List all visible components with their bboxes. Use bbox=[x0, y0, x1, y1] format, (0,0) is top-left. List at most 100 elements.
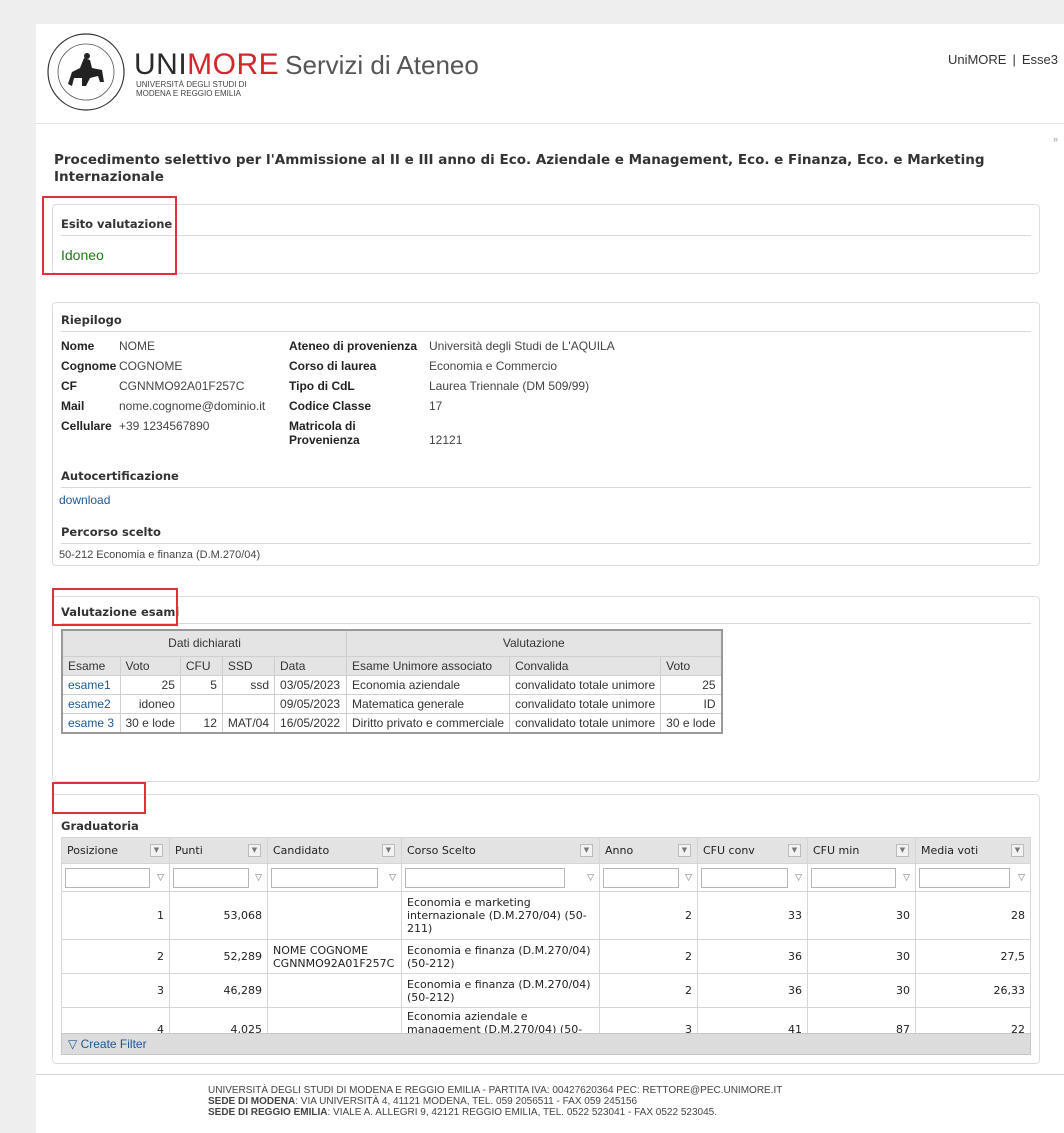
filter-cell: ▽ bbox=[915, 863, 1031, 892]
col-punti[interactable]: Punti ▼ bbox=[169, 837, 268, 864]
filter-input[interactable] bbox=[701, 867, 788, 888]
col-corso-scelto[interactable]: Corso Scelto ▼ bbox=[401, 837, 600, 864]
filter-funnel-icon[interactable]: ▽ bbox=[157, 873, 164, 883]
dropdown-arrow-icon[interactable]: ▼ bbox=[678, 844, 691, 857]
graduatoria-panel: Graduatoria Posizione ▼ Punti ▼ Candidato ▼… bbox=[52, 794, 1040, 1064]
percorso-heading: Percorso scelto bbox=[61, 525, 161, 539]
filter-funnel-icon[interactable]: ▽ bbox=[795, 873, 802, 883]
filter-row: ▽ ▽ ▽ ▽ ▽ ▽ ▽ ▽ bbox=[61, 863, 1031, 892]
filter-input[interactable] bbox=[603, 867, 680, 888]
col-candidato-label: Candidato bbox=[273, 844, 330, 857]
col-cfu: CFU bbox=[179, 655, 223, 676]
label-matricola: Matricola di Provenienza bbox=[289, 419, 360, 447]
riepilogo-heading: Riepilogo bbox=[61, 313, 122, 327]
exam-cfu bbox=[179, 693, 223, 714]
col-media-voti[interactable]: Media voti ▼ bbox=[915, 837, 1031, 864]
exam-link-label[interactable]: esame2 bbox=[68, 697, 111, 711]
footer-sede-modena-address: : VIA UNIVERSITÀ 4, 41121 MODENA, TEL. 0… bbox=[295, 1096, 638, 1107]
cell-candidato bbox=[267, 891, 402, 940]
cell-cfu-min: 30 bbox=[807, 973, 916, 1008]
filter-funnel-icon[interactable]: ▽ bbox=[255, 873, 262, 883]
exam-link[interactable]: esame1 bbox=[61, 674, 121, 695]
unimore-link[interactable]: UniMORE bbox=[948, 52, 1007, 67]
download-link[interactable]: download bbox=[59, 493, 110, 507]
filter-cell: ▽ bbox=[267, 863, 402, 892]
value-nome: NOME bbox=[119, 339, 155, 353]
filter-funnel-icon[interactable]: ▽ bbox=[587, 873, 594, 883]
exam-ssd: ssd bbox=[221, 674, 276, 695]
col-cfu-min[interactable]: CFU min ▼ bbox=[807, 837, 916, 864]
percorso-value: 50-212 Economia e finanza (D.M.270/04) bbox=[59, 549, 261, 561]
label-nome: Nome bbox=[61, 339, 95, 353]
value-cellulare: +39 1234567890 bbox=[119, 419, 210, 433]
col-esame-unimore: Esame Unimore associato bbox=[346, 655, 511, 676]
cell-media: 27,5 bbox=[915, 939, 1031, 974]
exam-link-label[interactable]: esame1 bbox=[68, 678, 111, 692]
filter-input[interactable] bbox=[919, 867, 1010, 888]
filter-funnel-icon[interactable]: ▽ bbox=[68, 1037, 77, 1051]
value-corso: Economia e Commercio bbox=[429, 359, 558, 373]
footer-sede-modena: SEDE DI MODENA bbox=[208, 1096, 296, 1107]
value-tipo: Laurea Triennale (DM 509/99) bbox=[429, 379, 590, 393]
label-cellulare: Cellulare bbox=[61, 419, 112, 433]
filter-input[interactable] bbox=[811, 867, 896, 888]
exams-table: Dati dichiarati Valutazione Esame Voto C… bbox=[61, 629, 723, 734]
filter-input[interactable] bbox=[65, 867, 150, 888]
filter-input[interactable] bbox=[271, 867, 378, 888]
value-mail: nome.cognome@dominio.it bbox=[119, 399, 266, 413]
exam-link[interactable]: esame2 bbox=[61, 693, 121, 714]
exam-data: 16/05/2022 bbox=[274, 712, 348, 733]
exam-ssd bbox=[221, 693, 276, 714]
esse3-link[interactable]: Esse3 bbox=[1022, 52, 1058, 67]
label-cf: CF bbox=[61, 379, 77, 393]
col-media-label: Media voti bbox=[921, 844, 979, 857]
exam-convalida: convalidato totale unimore bbox=[509, 712, 662, 733]
filter-funnel-icon[interactable]: ▽ bbox=[1018, 873, 1025, 883]
filter-funnel-icon[interactable]: ▽ bbox=[685, 873, 692, 883]
filter-input[interactable] bbox=[173, 867, 250, 888]
dropdown-arrow-icon[interactable]: ▼ bbox=[382, 844, 395, 857]
collapse-icon[interactable]: » bbox=[1053, 134, 1058, 144]
kv-tipo: Tipo di CdL Laurea Triennale (DM 509/99) bbox=[289, 379, 589, 393]
footer-line1: UNIVERSITÀ DEGLI STUDI DI MODENA E REGGI… bbox=[208, 1085, 783, 1096]
auto-heading: Autocertificazione bbox=[61, 469, 179, 483]
dropdown-arrow-icon[interactable]: ▼ bbox=[580, 844, 593, 857]
dropdown-arrow-icon[interactable]: ▼ bbox=[896, 844, 909, 857]
exam-unimore: Economia aziendale bbox=[346, 674, 511, 695]
exam-voto: 30 e lode bbox=[119, 712, 181, 733]
cell-candidato bbox=[267, 973, 402, 1008]
cell-candidato: NOME COGNOME CGNNMO92A01F257C bbox=[267, 939, 402, 974]
exam-link[interactable]: esame 3 bbox=[61, 712, 121, 733]
col-corso-label: Corso Scelto bbox=[407, 844, 476, 857]
valutazione-heading-row: Valutazione esami bbox=[61, 605, 1031, 624]
col-cfu-conv[interactable]: CFU conv ▼ bbox=[697, 837, 808, 864]
filter-cell: ▽ bbox=[807, 863, 916, 892]
valutazione-panel: Valutazione esami Dati dichiarati Valuta… bbox=[52, 596, 1040, 782]
footer-text: UNIVERSITÀ DEGLI STUDI DI MODENA E REGGI… bbox=[208, 1085, 782, 1118]
filter-funnel-icon[interactable]: ▽ bbox=[389, 873, 396, 883]
dropdown-arrow-icon[interactable]: ▼ bbox=[150, 844, 163, 857]
esito-panel: Esito valutazione Idoneo bbox=[52, 204, 1040, 274]
create-filter-link[interactable]: Create Filter bbox=[81, 1037, 147, 1051]
dropdown-arrow-icon[interactable]: ▼ bbox=[1011, 844, 1024, 857]
exam-voto-val: ID bbox=[660, 693, 723, 714]
exam-link-label[interactable]: esame 3 bbox=[68, 716, 114, 730]
brand-title[interactable]: UNIMORE Servizi di Ateneo bbox=[134, 48, 479, 82]
cell-cfu-conv: 36 bbox=[697, 973, 808, 1008]
kv-cellulare: Cellulare +39 1234567890 bbox=[61, 419, 209, 433]
exam-unimore: Matematica generale bbox=[346, 693, 511, 714]
col-posizione[interactable]: Posizione ▼ bbox=[61, 837, 170, 864]
dropdown-arrow-icon[interactable]: ▼ bbox=[788, 844, 801, 857]
exam-convalida: convalidato totale unimore bbox=[509, 674, 662, 695]
col-candidato[interactable]: Candidato ▼ bbox=[267, 837, 402, 864]
col-anno[interactable]: Anno ▼ bbox=[599, 837, 698, 864]
kv-cf: CF CGNNMO92A01F257C bbox=[61, 379, 244, 393]
label-corso: Corso di laurea bbox=[289, 359, 377, 373]
header: UNIMORE Servizi di Ateneo UNIVERSITÀ DEGL… bbox=[36, 24, 1064, 124]
filter-cell: ▽ bbox=[169, 863, 268, 892]
graduatoria-table: Posizione ▼ Punti ▼ Candidato ▼ Corso Scelt… bbox=[61, 837, 1031, 1052]
filter-input[interactable] bbox=[405, 867, 566, 888]
dropdown-arrow-icon[interactable]: ▼ bbox=[248, 844, 261, 857]
filter-funnel-icon[interactable]: ▽ bbox=[903, 873, 910, 883]
col-esame: Esame bbox=[61, 655, 121, 676]
